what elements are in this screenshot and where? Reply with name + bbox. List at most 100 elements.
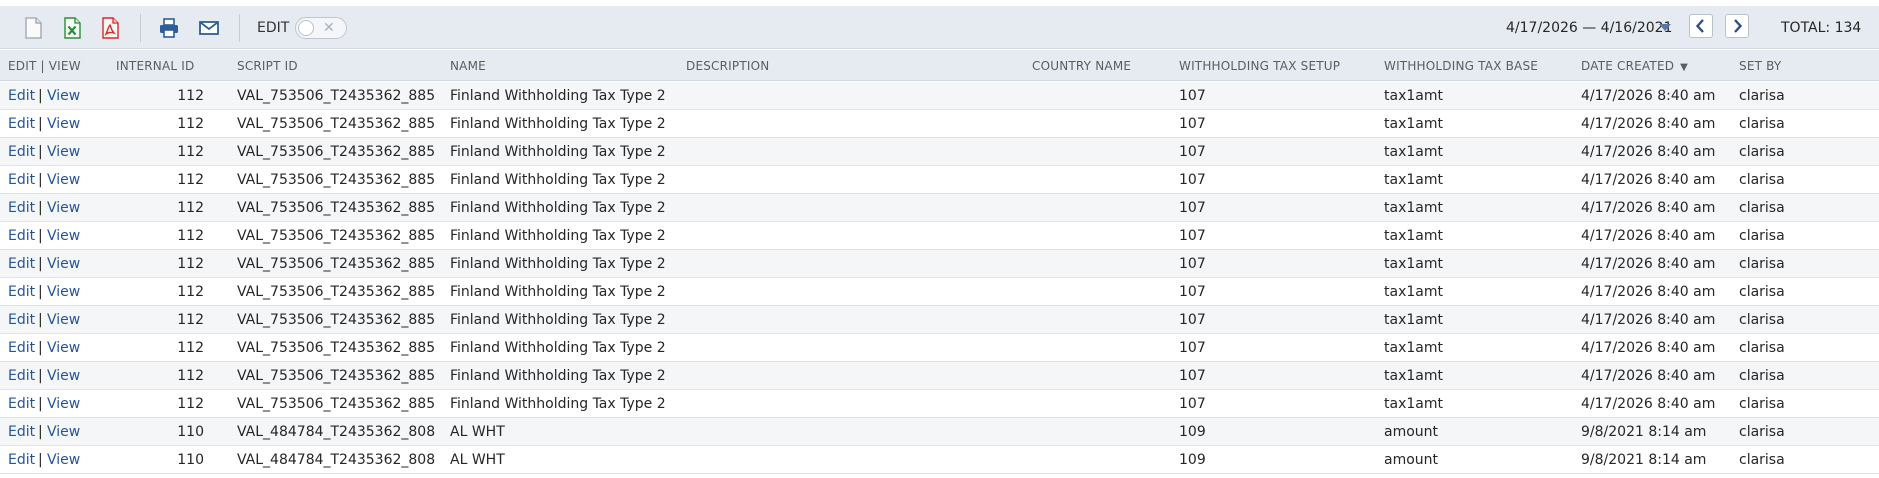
internal-id-cell: 112 — [177, 396, 204, 412]
script-id-cell: VAL_753506_T2435362_885 — [237, 172, 436, 188]
date-range-filter[interactable]: 4/17/2026 — 4/16/2021 — [1506, 20, 1672, 36]
edit-mode-toggle[interactable]: ✕ — [295, 17, 347, 39]
view-link[interactable]: View — [47, 172, 80, 188]
sort-descending-icon: ▼ — [1680, 62, 1689, 73]
column-header-internal-id[interactable]: INTERNAL ID — [116, 59, 194, 73]
column-header-edit-view: EDIT | VIEW — [8, 59, 81, 73]
view-link[interactable]: View — [47, 396, 80, 412]
script-id-cell: VAL_753506_T2435362_885 — [237, 256, 436, 272]
edit-link[interactable]: Edit — [8, 452, 35, 468]
view-link[interactable]: View — [47, 284, 80, 300]
column-header-withholding-tax-base[interactable]: WITHHOLDING TAX BASE — [1384, 59, 1538, 73]
table-row: Edit | View 112 VAL_753506_T2435362_885 Finla… — [0, 166, 1879, 194]
next-page-button[interactable] — [1725, 14, 1749, 38]
column-header-description[interactable]: DESCRIPTION — [686, 59, 769, 73]
internal-id-cell: 112 — [177, 116, 204, 132]
edit-view-separator: | — [38, 256, 43, 272]
column-header-withholding-tax-setup[interactable]: WITHHOLDING TAX SETUP — [1179, 59, 1340, 73]
column-header-country-name[interactable]: COUNTRY NAME — [1032, 59, 1131, 73]
withholding-tax-setup-cell: 107 — [1179, 340, 1206, 356]
withholding-tax-base-cell: tax1amt — [1384, 284, 1443, 300]
withholding-tax-setup-cell: 107 — [1179, 368, 1206, 384]
table-row: Edit | View 112 VAL_753506_T2435362_885 Finla… — [0, 138, 1879, 166]
internal-id-cell: 110 — [177, 424, 204, 440]
script-id-cell: VAL_484784_T2435362_808 — [237, 452, 436, 468]
edit-link[interactable]: Edit — [8, 144, 35, 160]
set-by-cell: clarisa — [1739, 116, 1785, 132]
set-by-cell: clarisa — [1739, 88, 1785, 104]
edit-link[interactable]: Edit — [8, 284, 35, 300]
caret-down-icon[interactable] — [1659, 24, 1671, 31]
set-by-cell: clarisa — [1739, 144, 1785, 160]
name-cell: Finland Withholding Tax Type 2 — [450, 256, 666, 272]
table-row: Edit | View 112 VAL_753506_T2435362_885 Finla… — [0, 222, 1879, 250]
column-header-script-id[interactable]: SCRIPT ID — [237, 59, 298, 73]
withholding-tax-base-cell: tax1amt — [1384, 256, 1443, 272]
withholding-tax-setup-cell: 107 — [1179, 284, 1206, 300]
internal-id-cell: 112 — [177, 172, 204, 188]
withholding-tax-base-cell: tax1amt — [1384, 340, 1443, 356]
view-link[interactable]: View — [47, 200, 80, 216]
view-link[interactable]: View — [47, 116, 80, 132]
edit-link[interactable]: Edit — [8, 368, 35, 384]
column-header-date-created[interactable]: DATE CREATED ▼ — [1581, 59, 1688, 73]
table-row: Edit | View 112 VAL_753506_T2435362_885 Finla… — [0, 278, 1879, 306]
script-id-cell: VAL_753506_T2435362_885 — [237, 116, 436, 132]
set-by-cell: clarisa — [1739, 340, 1785, 356]
script-id-cell: VAL_753506_T2435362_885 — [237, 88, 436, 104]
withholding-tax-setup-cell: 107 — [1179, 312, 1206, 328]
view-link[interactable]: View — [47, 256, 80, 272]
edit-link[interactable]: Edit — [8, 228, 35, 244]
set-by-cell: clarisa — [1739, 452, 1785, 468]
name-cell: Finland Withholding Tax Type 2 — [450, 200, 666, 216]
script-id-cell: VAL_753506_T2435362_885 — [237, 144, 436, 160]
name-cell: Finland Withholding Tax Type 2 — [450, 172, 666, 188]
withholding-tax-base-cell: tax1amt — [1384, 368, 1443, 384]
view-link[interactable]: View — [47, 312, 80, 328]
name-cell: AL WHT — [450, 424, 505, 440]
set-by-cell: clarisa — [1739, 228, 1785, 244]
edit-view-separator: | — [38, 452, 43, 468]
table-row: Edit | View 112 VAL_753506_T2435362_885 Finla… — [0, 306, 1879, 334]
edit-link[interactable]: Edit — [8, 200, 35, 216]
date-created-cell: 4/17/2026 8:40 am — [1581, 312, 1716, 328]
view-link[interactable]: View — [47, 368, 80, 384]
view-link[interactable]: View — [47, 452, 80, 468]
column-header-set-by[interactable]: SET BY — [1739, 59, 1781, 73]
date-created-cell: 4/17/2026 8:40 am — [1581, 256, 1716, 272]
edit-link[interactable]: Edit — [8, 424, 35, 440]
view-link[interactable]: View — [47, 228, 80, 244]
internal-id-cell: 112 — [177, 312, 204, 328]
print-icon[interactable] — [157, 16, 181, 40]
date-created-cell: 4/17/2026 8:40 am — [1581, 88, 1716, 104]
script-id-cell: VAL_753506_T2435362_885 — [237, 200, 436, 216]
column-header-name[interactable]: NAME — [450, 59, 486, 73]
date-created-cell: 4/17/2026 8:40 am — [1581, 340, 1716, 356]
date-created-cell: 4/17/2026 8:40 am — [1581, 144, 1716, 160]
edit-link[interactable]: Edit — [8, 340, 35, 356]
new-document-icon[interactable] — [21, 16, 45, 40]
edit-link[interactable]: Edit — [8, 312, 35, 328]
withholding-tax-setup-cell: 107 — [1179, 116, 1206, 132]
table-row: Edit | View 112 VAL_753506_T2435362_885 Finla… — [0, 390, 1879, 418]
view-link[interactable]: View — [47, 88, 80, 104]
withholding-tax-base-cell: tax1amt — [1384, 396, 1443, 412]
previous-page-button[interactable] — [1689, 14, 1713, 38]
set-by-cell: clarisa — [1739, 200, 1785, 216]
column-header-date-created-label: DATE CREATED — [1581, 59, 1675, 73]
edit-view-separator: | — [38, 368, 43, 384]
script-id-cell: VAL_484784_T2435362_808 — [237, 424, 436, 440]
edit-link[interactable]: Edit — [8, 172, 35, 188]
edit-link[interactable]: Edit — [8, 396, 35, 412]
view-link[interactable]: View — [47, 144, 80, 160]
withholding-tax-setup-cell: 107 — [1179, 88, 1206, 104]
edit-link[interactable]: Edit — [8, 116, 35, 132]
export-excel-icon[interactable] — [60, 16, 84, 40]
email-icon[interactable] — [197, 16, 221, 40]
view-link[interactable]: View — [47, 340, 80, 356]
export-pdf-icon[interactable] — [98, 16, 122, 40]
edit-link[interactable]: Edit — [8, 256, 35, 272]
edit-link[interactable]: Edit — [8, 88, 35, 104]
withholding-tax-base-cell: tax1amt — [1384, 312, 1443, 328]
view-link[interactable]: View — [47, 424, 80, 440]
